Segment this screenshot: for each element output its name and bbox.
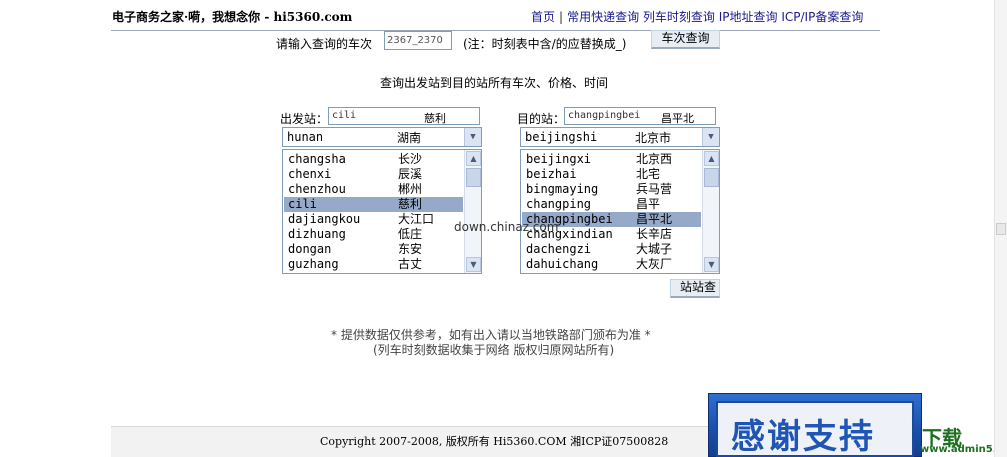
station-name: 低庄: [398, 227, 423, 241]
nav-ip-link[interactable]: IP地址查询: [719, 10, 778, 24]
to-province-name: 北京市: [635, 131, 672, 145]
station-list-item[interactable]: changping 昌平: [522, 197, 701, 212]
station-list-item[interactable]: bingmaying 兵马营: [522, 182, 701, 197]
station-pinyin: dajiangkou: [288, 212, 361, 226]
page-scrollbar[interactable]: [994, 0, 1007, 457]
header-divider: [111, 30, 880, 31]
station-pinyin: chenxi: [288, 167, 332, 181]
station-name: 大灰厂: [636, 257, 673, 271]
station-name: 古丈: [398, 257, 423, 271]
station-list-item[interactable]: chenzhou 郴州: [284, 182, 463, 197]
station-pinyin: cili: [288, 197, 317, 211]
station-name: 兵马营: [636, 182, 673, 196]
nav-home-link[interactable]: 首页: [531, 10, 555, 24]
train-number-note: (注：时刻表中含/的应替换成_): [463, 37, 627, 51]
to-station-input[interactable]: changpingbei 昌平北: [564, 107, 716, 125]
top-nav: 首页 | 常用快递查询 列车时刻查询 IP地址查询 ICP/IP备案查询: [531, 8, 863, 25]
route-search-button[interactable]: 站站查询: [670, 279, 720, 298]
scroll-thumb[interactable]: [466, 168, 481, 187]
scroll-down-icon[interactable]: ▼: [466, 257, 481, 272]
station-list-item[interactable]: dachengzi 大城子: [522, 242, 701, 257]
from-station-input-value: cili: [332, 110, 357, 121]
scroll-up-icon[interactable]: ▲: [466, 151, 481, 166]
to-list-scrollbar[interactable]: ▲ ▼: [702, 150, 719, 273]
station-name: 长沙: [398, 152, 423, 166]
chevron-down-icon[interactable]: ▼: [464, 128, 481, 146]
to-station-input-cn: 昌平北: [661, 112, 694, 125]
station-name: 昌平北: [636, 212, 673, 226]
copyright-text: Copyright 2007-2008, 版权所有 Hi5360.COM 湘IC…: [320, 435, 669, 448]
train-number-input[interactable]: [384, 31, 452, 50]
station-list-item[interactable]: dizhuang 低庄: [284, 227, 463, 242]
station-list-item[interactable]: dahuichang 大灰厂: [522, 257, 701, 272]
station-name: 大城子: [636, 242, 673, 256]
scroll-up-icon[interactable]: ▲: [704, 151, 719, 166]
to-station-input-value: changpingbei: [568, 110, 641, 121]
chevron-down-icon[interactable]: ▼: [702, 128, 719, 146]
nav-separator: |: [559, 10, 564, 24]
station-list-item[interactable]: changsha 长沙: [284, 152, 463, 167]
to-province-select[interactable]: beijingshi 北京市 ▼: [520, 127, 720, 147]
from-station-input-cn: 慈利: [424, 112, 446, 125]
station-list-item[interactable]: dajiangkou 大江口: [284, 212, 463, 227]
site-title: 电子商务之家·嗬，我想念你 - hi5360.com: [112, 10, 353, 24]
station-list-item[interactable]: dongan 东安: [284, 242, 463, 257]
station-name: 长辛店: [636, 227, 673, 241]
thanks-banner-text: 感谢支持: [731, 417, 875, 457]
disclaimer-line-2: (列车时刻数据收集于网络 版权归原网站所有): [373, 343, 615, 357]
station-name: 东安: [398, 242, 423, 256]
from-station-list[interactable]: changsha 长沙 chenxi 辰溪 chenzhou 郴州 cili 慈利 dajian…: [282, 149, 482, 274]
nav-train-link[interactable]: 列车时刻查询: [643, 10, 715, 24]
scroll-down-icon[interactable]: ▼: [704, 257, 719, 272]
station-pinyin: chenzhou: [288, 182, 346, 196]
from-station-input[interactable]: cili 慈利: [328, 107, 480, 125]
station-pinyin: changping: [526, 197, 592, 211]
station-list-item[interactable]: cili 慈利: [284, 197, 463, 212]
to-station-list[interactable]: beijingxi 北京西 beizhai 北宅 bingmaying 兵马营 changp…: [520, 149, 720, 274]
watermark-text: down.chinaz.com: [454, 220, 559, 234]
station-pinyin: dongan: [288, 242, 332, 256]
station-pinyin: dizhuang: [288, 227, 346, 241]
to-station-label: 目的站：: [517, 112, 566, 126]
station-name: 大江口: [398, 212, 435, 226]
from-province-name: 湖南: [397, 131, 422, 145]
scroll-thumb[interactable]: [704, 168, 719, 187]
route-search-title: 查询出发站到目的站所有车次、价格、时间: [380, 76, 609, 90]
train-number-label: 请输入查询的车次: [276, 37, 373, 51]
station-pinyin: changsha: [288, 152, 346, 166]
nav-express-link[interactable]: 常用快递查询: [567, 10, 639, 24]
station-name: 北京西: [636, 152, 673, 166]
station-name: 昌平: [636, 197, 661, 211]
station-pinyin: bingmaying: [526, 182, 599, 196]
station-name: 郴州: [398, 182, 423, 196]
station-list-item[interactable]: guzhang 古丈: [284, 257, 463, 272]
station-pinyin: beizhai: [526, 167, 577, 181]
station-pinyin: guzhang: [288, 257, 339, 271]
station-name: 北宅: [636, 167, 661, 181]
station-list-item[interactable]: beijingxi 北京西: [522, 152, 701, 167]
station-pinyin: dahuichang: [526, 257, 599, 271]
page-scroll-thumb[interactable]: [996, 223, 1006, 235]
station-pinyin: beijingxi: [526, 152, 592, 166]
station-name: 辰溪: [398, 167, 423, 181]
from-province-pinyin: hunan: [287, 130, 324, 144]
from-province-select[interactable]: hunan 湖南 ▼: [282, 127, 482, 147]
from-station-label: 出发站：: [280, 112, 329, 126]
station-pinyin: dachengzi: [526, 242, 592, 256]
nav-icp-link[interactable]: ICP/IP备案查询: [781, 10, 863, 24]
station-list-item[interactable]: chenxi 辰溪: [284, 167, 463, 182]
from-list-scrollbar[interactable]: ▲ ▼: [464, 150, 481, 273]
station-list-item[interactable]: beizhai 北宅: [522, 167, 701, 182]
station-name: 慈利: [398, 197, 423, 211]
to-province-pinyin: beijingshi: [525, 130, 598, 144]
train-search-button[interactable]: 车次查询: [651, 30, 720, 49]
